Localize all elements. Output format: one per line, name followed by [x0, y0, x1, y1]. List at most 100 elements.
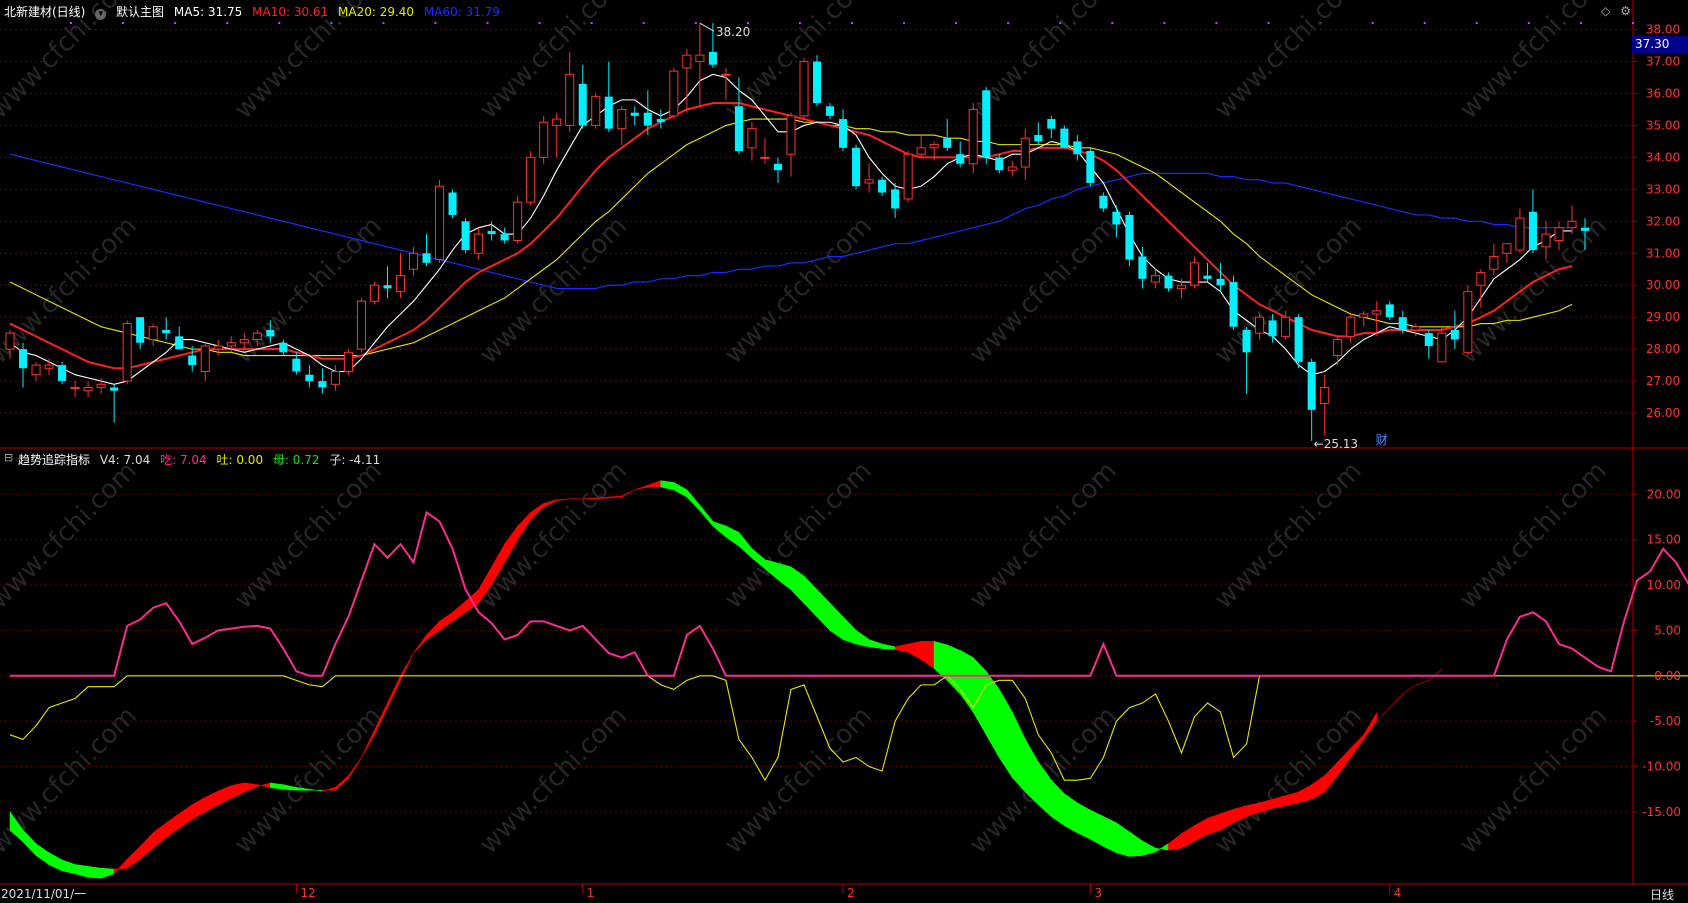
candle-body: [1372, 310, 1382, 315]
trend-ribbon-segment: [855, 629, 870, 648]
watermark-text: www.cfchi.com: [1209, 0, 1368, 125]
candle-body: [617, 108, 627, 130]
settings-icon[interactable]: ⚙: [1620, 4, 1631, 18]
candle-body: [1189, 262, 1200, 286]
event-marker: [486, 22, 489, 24]
candle-body: [1229, 282, 1238, 327]
candle-body: [916, 147, 926, 155]
candle-body: [943, 138, 952, 148]
candle-body: [968, 108, 978, 165]
candle-body: [929, 144, 939, 149]
candle-body: [1528, 211, 1537, 251]
candle-body: [266, 329, 275, 337]
candle-body: [70, 386, 80, 389]
event-marker: [382, 22, 385, 24]
trend-ribbon-segment: [452, 600, 466, 622]
collapse-icon[interactable]: ⊟: [4, 451, 13, 464]
stock-name[interactable]: 北新建材(日线): [4, 5, 85, 19]
candle-body: [1073, 141, 1082, 155]
event-marker: [1475, 22, 1478, 24]
template-name[interactable]: 默认主图: [116, 5, 164, 19]
candle-body: [1437, 332, 1447, 363]
candle-body: [148, 326, 158, 341]
candle-body: [1294, 317, 1303, 362]
trend-ribbon-segment: [1011, 711, 1026, 793]
candle-body: [747, 128, 757, 149]
trend-ribbon-segment: [881, 643, 896, 650]
trend-ribbon-segment: [1376, 707, 1390, 722]
event-marker: [278, 22, 281, 24]
zi-value: 子: -4.11: [329, 453, 381, 467]
trend-ribbon-segment: [1389, 693, 1403, 708]
watermark-text: www.cfchi.com: [1209, 456, 1368, 615]
month-label: 3: [1094, 886, 1102, 900]
watermark-text: www.cfchi.com: [1454, 456, 1613, 615]
trend-ribbon-segment: [1090, 809, 1104, 847]
candle-body: [1502, 243, 1512, 254]
trend-ribbon-segment: [1129, 831, 1143, 857]
candle-body: [500, 234, 509, 241]
trend-ribbon-segment: [439, 611, 453, 632]
watermark-text: www.cfchi.com: [0, 211, 143, 370]
trend-ribbon-segment: [217, 785, 232, 806]
indicator-title[interactable]: 趋势追踪指标: [18, 453, 90, 467]
watermark-text: www.cfchi.com: [1454, 0, 1613, 125]
candle-body: [1424, 333, 1433, 346]
event-marker: [1631, 22, 1634, 24]
candle-body: [474, 233, 484, 254]
candle-body: [1385, 304, 1394, 318]
trend-ribbon-segment: [348, 757, 362, 780]
candle-body: [369, 284, 379, 302]
watermark-text: www.cfchi.com: [719, 0, 878, 125]
watermark-text: www.cfchi.com: [1209, 701, 1368, 860]
trend-ribbon-segment: [725, 525, 740, 547]
trend-ribbon-segment: [894, 643, 909, 653]
trend-ribbon-segment: [100, 867, 115, 879]
candle-body: [1125, 214, 1134, 260]
chevron-icon[interactable]: ▾: [95, 9, 107, 20]
candle-body: [1034, 135, 1043, 142]
candle-body: [292, 358, 301, 372]
candle-body: [1255, 316, 1265, 334]
candle-body: [422, 253, 431, 263]
event-marker: [746, 22, 749, 24]
event-marker: [1579, 22, 1582, 24]
trend-ribbon-segment: [61, 859, 76, 875]
month-label: 2: [847, 886, 855, 900]
candle-body: [656, 119, 665, 123]
trend-ribbon-segment: [1402, 684, 1416, 695]
trend-ribbon-segment: [243, 782, 258, 793]
diamond-icon[interactable]: ◇: [1601, 4, 1610, 18]
candle-body: [31, 364, 41, 376]
candle-body: [1411, 326, 1421, 331]
candle-body: [408, 252, 419, 270]
event-marker: [538, 22, 541, 24]
candle-body: [487, 230, 496, 235]
trend-ribbon-segment: [517, 511, 531, 541]
candle-body: [1007, 166, 1017, 171]
candle-body: [591, 96, 601, 126]
trend-ribbon-segment: [790, 566, 805, 604]
price-tick-label: 34.00: [1646, 150, 1680, 164]
trend-ribbon-segment: [1116, 822, 1130, 857]
trend-ribbon-segment: [152, 822, 167, 849]
trend-ribbon-segment: [1155, 843, 1169, 853]
event-marker: [1215, 22, 1218, 24]
trend-ribbon-segment: [829, 602, 844, 641]
trend-ribbon-segment: [816, 588, 831, 632]
ma10-label: MA10: 30.61: [252, 5, 329, 19]
candle-body: [1359, 313, 1369, 318]
period-button[interactable]: 日线: [1650, 886, 1674, 903]
candle-body: [721, 73, 731, 76]
price-tick-label: 32.00: [1646, 214, 1680, 228]
trend-ribbon-segment: [660, 480, 675, 491]
candle-body: [44, 364, 54, 369]
candle-body: [343, 351, 353, 373]
trend-ribbon-segment: [1415, 680, 1429, 686]
trend-ribbon-segment: [920, 641, 935, 670]
current-price-badge: 37.30: [1632, 36, 1688, 53]
watermark-text: www.cfchi.com: [474, 211, 633, 370]
candle-body: [956, 154, 965, 164]
candle-body: [526, 156, 536, 203]
candle-body: [279, 342, 288, 353]
